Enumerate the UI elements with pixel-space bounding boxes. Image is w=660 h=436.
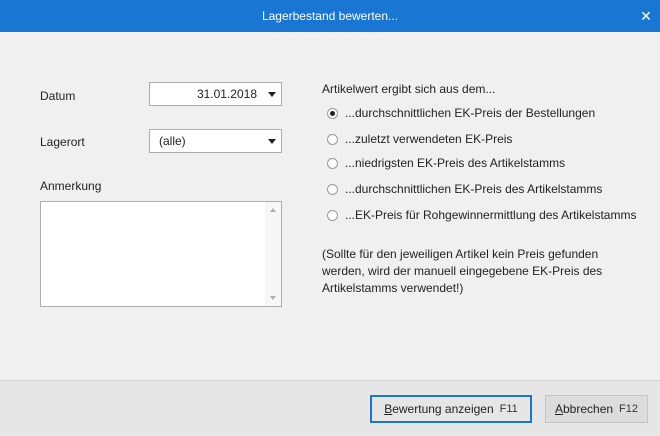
- radio-label: ...durchschnittlichen EK-Preis der Beste…: [345, 106, 596, 120]
- shortcut-key: F11: [499, 403, 518, 415]
- radio-option-rohgewinn[interactable]: ...EK-Preis für Rohgewinnermittlung des …: [327, 207, 636, 223]
- radio-option-zuletzt-verwendet[interactable]: ...zuletzt verwendeten EK-Preis: [327, 131, 512, 147]
- dropdown-arrow-icon[interactable]: [268, 139, 276, 144]
- radio-label: ...zuletzt verwendeten EK-Preis: [345, 132, 513, 146]
- datum-label: Datum: [40, 89, 76, 103]
- lagerort-dropdown[interactable]: (alle): [149, 129, 282, 153]
- dropdown-arrow-icon[interactable]: [268, 92, 276, 97]
- radio-option-niedrigster-preis[interactable]: ...niedrigsten EK-Preis des Artikelstamm…: [327, 155, 565, 171]
- datum-value: 31.01.2018: [196, 87, 257, 101]
- anmerkung-label: Anmerkung: [40, 179, 102, 193]
- accelerator-key: B: [384, 402, 393, 416]
- radio-icon[interactable]: [327, 209, 338, 221]
- radio-label: ...durchschnittlichen EK-Preis des Artik…: [345, 182, 603, 196]
- accelerator-key: A: [554, 402, 563, 416]
- bewertung-anzeigen-button[interactable]: Bewertung anzeigen F11: [370, 395, 532, 423]
- shortcut-key: F12: [619, 403, 639, 415]
- radio-icon[interactable]: [327, 107, 338, 119]
- radio-option-durchschnitt-artikelstamm[interactable]: ...durchschnittlichen EK-Preis des Artik…: [327, 181, 602, 197]
- anmerkung-textarea[interactable]: [40, 201, 282, 307]
- datum-dropdown[interactable]: 31.01.2018: [149, 82, 282, 106]
- radio-label: ...EK-Preis für Rohgewinnermittlung des …: [345, 208, 637, 222]
- button-label: bbrechen: [563, 402, 614, 416]
- memo-scrollbar[interactable]: [265, 202, 281, 306]
- window-title: Lagerbestand bewerten...: [261, 9, 399, 23]
- lagerort-label: Lagerort: [40, 135, 85, 149]
- close-icon[interactable]: ✕: [632, 0, 660, 32]
- abbrechen-button[interactable]: Abbrechen F12: [545, 395, 648, 423]
- radio-label: ...niedrigsten EK-Preis des Artikelstamm…: [345, 156, 566, 170]
- lagerort-value: (alle): [159, 134, 186, 148]
- price-note: (Sollte für den jeweiligen Artikel kein …: [322, 247, 603, 295]
- button-label: ewertung anzeigen: [392, 402, 494, 416]
- artikelwert-heading: Artikelwert ergibt sich aus dem...: [322, 82, 496, 96]
- title-bar: Lagerbestand bewerten... ✕: [0, 0, 660, 32]
- radio-option-durchschnitt-bestellungen[interactable]: ...durchschnittlichen EK-Preis der Beste…: [327, 105, 595, 121]
- scroll-down-icon[interactable]: [270, 296, 276, 300]
- radio-icon[interactable]: [327, 133, 338, 145]
- radio-icon[interactable]: [327, 183, 338, 195]
- radio-icon[interactable]: [327, 157, 338, 169]
- scroll-up-icon[interactable]: [270, 208, 276, 212]
